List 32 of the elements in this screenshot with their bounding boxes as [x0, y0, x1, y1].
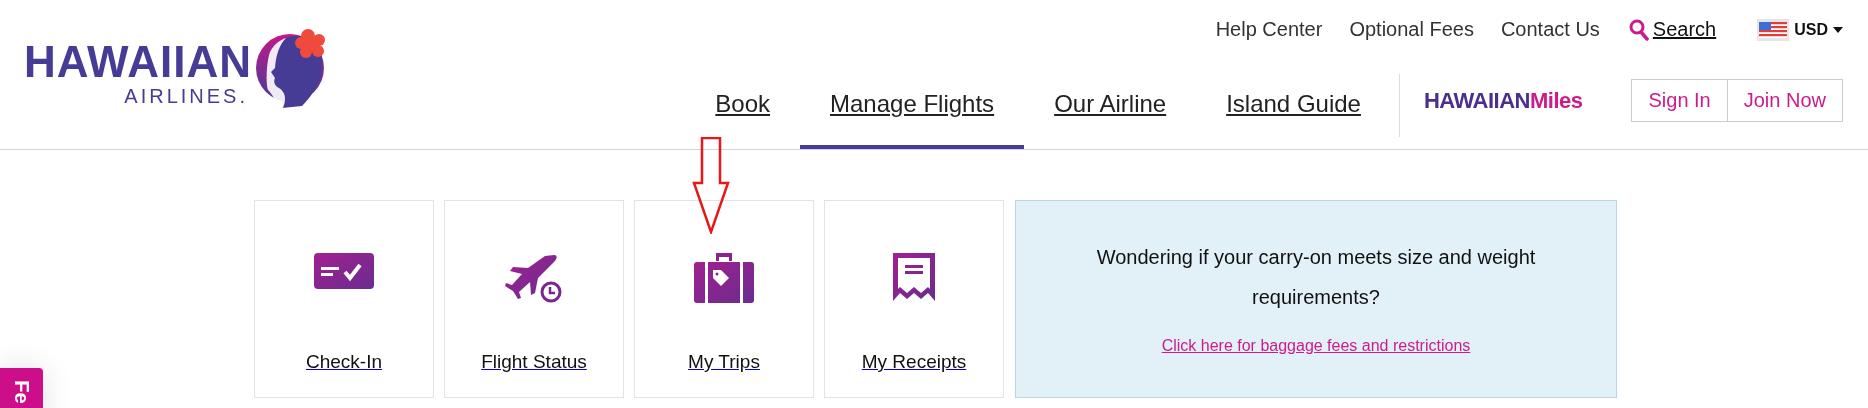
- service-card[interactable]: Check-In: [254, 200, 434, 398]
- header-link[interactable]: Optional Fees: [1349, 18, 1474, 42]
- card-label: My Receipts: [861, 351, 967, 373]
- header-link[interactable]: Contact Us: [1500, 18, 1600, 42]
- logo-wordmark: HAWAIIAN: [24, 40, 252, 84]
- currency-selector[interactable]: USD: [1757, 18, 1843, 41]
- join-button[interactable]: Join Now: [1726, 78, 1843, 122]
- sign-in-button[interactable]: Sign In: [1631, 78, 1728, 122]
- service-card[interactable]: My Trips: [634, 200, 814, 398]
- baggage-link[interactable]: Click here for baggage fees and restrictions: [1161, 337, 1471, 355]
- nav-tab[interactable]: Our Airline: [1024, 59, 1197, 149]
- logo-subtitle: AIRLINES.: [124, 84, 248, 108]
- card-label: Check-In: [306, 351, 382, 373]
- plane-clock-icon: [505, 253, 563, 303]
- nav-tab[interactable]: Island Guide: [1196, 59, 1391, 149]
- feedback-tab[interactable]: Fe: [0, 368, 43, 408]
- header-link[interactable]: Help Center: [1215, 18, 1323, 42]
- service-card[interactable]: My Receipts: [824, 200, 1004, 398]
- ticket-check-icon: [314, 253, 374, 289]
- promo-text: Wondering if your carry-on meets size and weight requirements?: [1095, 245, 1537, 310]
- miles-logo: HAWAIIANMiles: [1423, 88, 1583, 115]
- suitcase-icon: [694, 253, 754, 303]
- receipt-icon: [893, 253, 935, 301]
- card-label: My Trips: [688, 351, 760, 373]
- search-link[interactable]: Search: [1628, 18, 1717, 42]
- nav-tab[interactable]: Book: [685, 59, 801, 149]
- nav-tab[interactable]: Manage Flights: [800, 59, 1025, 149]
- service-card[interactable]: Flight Status: [444, 200, 624, 398]
- card-label: Flight Status: [481, 351, 587, 373]
- flag-icon: [1757, 18, 1790, 41]
- caret-icon: [1833, 26, 1843, 33]
- search-icon: [1628, 18, 1649, 41]
